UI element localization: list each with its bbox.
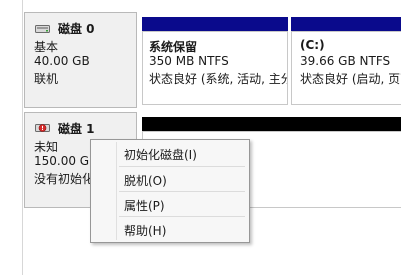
disk-0-size: 40.00 GB [34,54,90,68]
disk-1-status: 没有初始化 [34,172,95,186]
menu-separator [119,191,245,192]
context-menu: 初始化磁盘(I) 脱机(O) 属性(P) 帮助(H) [90,139,250,243]
menu-item-help[interactable]: 帮助(H) [93,218,247,240]
disk-1-name: 磁盘 1 [58,122,95,136]
menu-separator [119,166,245,167]
disk-icon [35,23,50,37]
disk-management-view: 磁盘 0 基本 40.00 GB 联机 系统保留 350 MB NTFS 状态良… [0,0,401,275]
partition-2-status: 状态良好 (启动, 页面 [300,72,401,86]
partition-1-title: 系统保留 [149,40,198,54]
menu-item-label: 初始化磁盘(I) [124,148,197,162]
disk-warning-icon [35,122,50,137]
partition-1-status: 状态良好 (系统, 活动, 主分 [149,72,288,86]
partition-2-title: (C:) [300,38,325,52]
disk-0-status: 联机 [34,72,59,86]
disk-1-size: 150.00 GB [34,154,98,168]
menu-item-offline[interactable]: 脱机(O) [93,168,247,190]
partition-1-size: 350 MB NTFS [149,54,229,68]
unallocated-bar [142,117,401,131]
left-margin [0,0,23,275]
partition-2-size: 39.66 GB NTFS [300,54,391,68]
partition-2-bar [291,17,401,31]
disk-1-type: 未知 [34,140,59,154]
partition-system-reserved[interactable]: 系统保留 350 MB NTFS 状态良好 (系统, 活动, 主分 [142,31,288,105]
partition-1-bar [142,17,288,31]
menu-item-label: 脱机(O) [124,174,167,188]
disk-0-name: 磁盘 0 [58,22,95,36]
menu-separator [119,216,245,217]
menu-item-label: 帮助(H) [124,224,167,238]
disk-0-type: 基本 [34,40,59,54]
partition-c[interactable]: (C:) 39.66 GB NTFS 状态良好 (启动, 页面 [291,31,401,105]
disk-0-label[interactable]: 磁盘 0 基本 40.00 GB 联机 [24,12,137,108]
menu-item-initialize-disk[interactable]: 初始化磁盘(I) [93,142,247,164]
menu-item-properties[interactable]: 属性(P) [93,193,247,215]
menu-item-label: 属性(P) [124,199,165,213]
